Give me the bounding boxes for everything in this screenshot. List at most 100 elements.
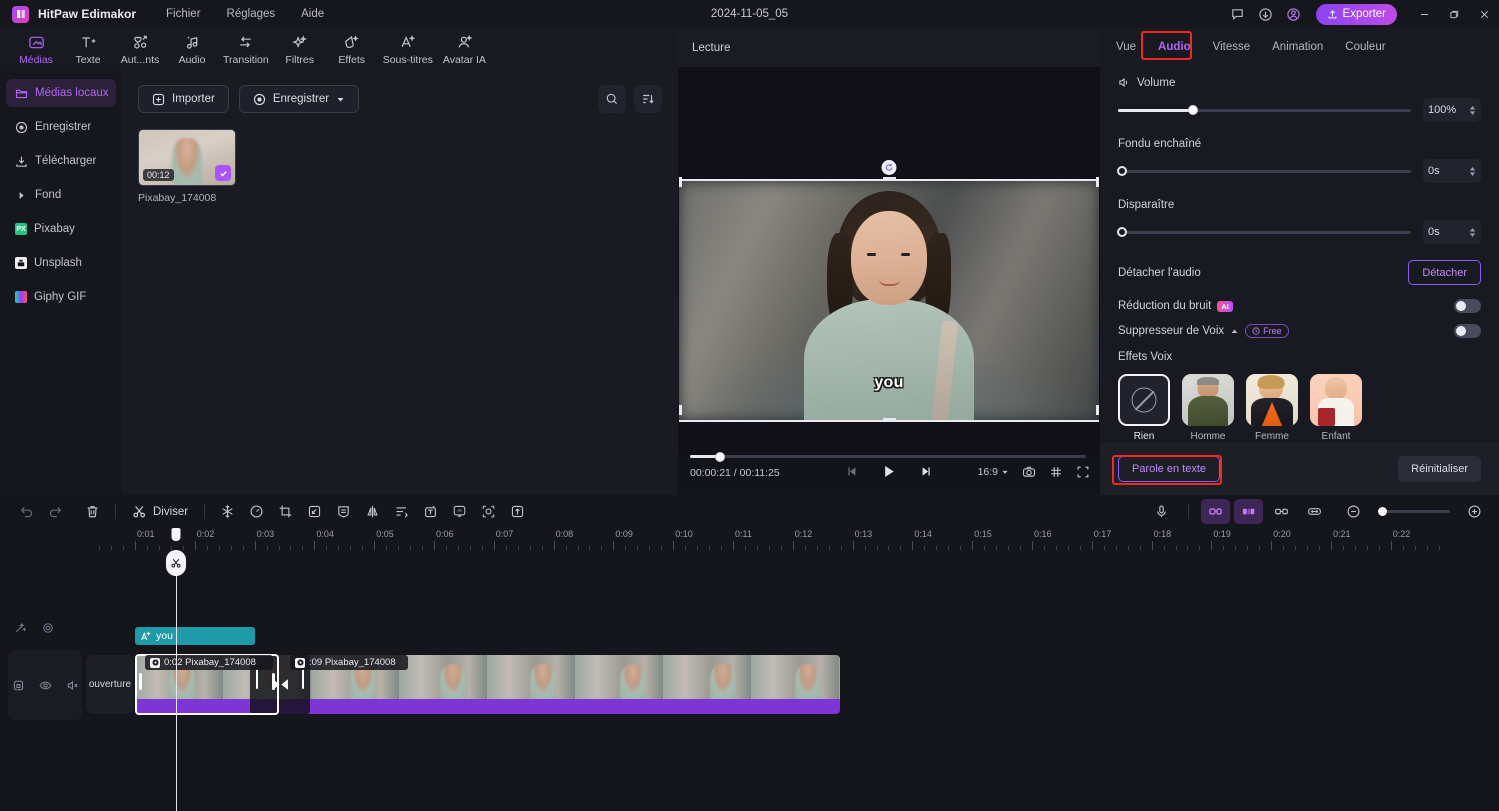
account-icon[interactable] xyxy=(1280,0,1308,28)
target-icon[interactable] xyxy=(42,622,54,634)
grid-icon[interactable] xyxy=(1049,465,1063,479)
detach-button[interactable]: Détacher xyxy=(1408,260,1481,285)
preview-progress-bar[interactable] xyxy=(690,451,1086,462)
voice-effect-femme[interactable]: Femme xyxy=(1246,374,1298,442)
zoom-out-icon[interactable] xyxy=(1339,499,1368,524)
voice-effect-rien[interactable]: Rien xyxy=(1118,374,1170,442)
fade-in-slider[interactable] xyxy=(1117,165,1411,176)
fade-out-stepper[interactable] xyxy=(1469,227,1476,237)
feedback-icon[interactable] xyxy=(1224,0,1252,28)
voice-remover-toggle[interactable] xyxy=(1454,324,1481,338)
speed-icon[interactable] xyxy=(242,499,271,524)
rotate-handle[interactable] xyxy=(881,160,897,175)
timeline-zoom-knob[interactable] xyxy=(1378,506,1387,516)
voice-effect-thumbnail[interactable] xyxy=(1182,374,1234,426)
adjust-icon[interactable] xyxy=(1234,499,1263,524)
menu-aide[interactable]: Aide xyxy=(301,8,324,20)
crop-icon[interactable] xyxy=(271,499,300,524)
timeline-ruler[interactable]: 0:01 0:02 0:03 0:04 0:05 0:06 0:07 0:08 0:09 0:10… xyxy=(0,528,1499,550)
ribbon-item-sous-titres[interactable]: Sous-titres xyxy=(378,34,438,66)
next-frame-icon[interactable] xyxy=(919,465,932,478)
ribbon-item-texte[interactable]: Texte xyxy=(62,34,114,66)
prev-frame-icon[interactable] xyxy=(847,465,860,478)
voice-effect-homme[interactable]: Homme xyxy=(1182,374,1234,442)
export-button[interactable]: Exporter xyxy=(1315,3,1397,25)
preview-stage[interactable]: you xyxy=(678,67,1100,455)
tab-couleur[interactable]: Couleur xyxy=(1345,41,1385,53)
sidebar-item-telecharger[interactable]: Télécharger xyxy=(6,147,116,175)
eye-icon[interactable] xyxy=(39,679,52,692)
ribbon-item-avatar-ia[interactable]: Avatar IA xyxy=(438,34,491,66)
voice-effect-enfant[interactable]: Enfant xyxy=(1310,374,1362,442)
fade-in-stepper[interactable] xyxy=(1469,166,1476,176)
undo-icon[interactable] xyxy=(12,499,41,524)
trash-icon[interactable] xyxy=(78,499,107,524)
magic-wand-icon[interactable] xyxy=(14,622,26,634)
tab-vitesse[interactable]: Vitesse xyxy=(1213,41,1251,53)
chevron-up-icon[interactable] xyxy=(1230,327,1239,336)
tracking-icon[interactable] xyxy=(474,499,503,524)
sidebar-item-unsplash[interactable]: Unsplash xyxy=(6,249,116,277)
freeze-frame-icon[interactable] xyxy=(213,499,242,524)
mask-icon[interactable] xyxy=(329,499,358,524)
crop-handle-bl[interactable] xyxy=(679,405,682,415)
sidebar-item-medias-locaux[interactable]: Médias locaux xyxy=(6,79,116,107)
fade-in-slider-knob[interactable] xyxy=(1117,165,1127,176)
playhead-ruler-marker[interactable] xyxy=(171,528,181,541)
clip-trim-handle-right[interactable] xyxy=(272,673,275,690)
split-button[interactable]: Diviser xyxy=(124,499,196,524)
voice-effect-thumbnail[interactable] xyxy=(1118,374,1170,426)
media-thumbnail[interactable]: 00:12 xyxy=(138,129,236,186)
volume-input[interactable]: 100% xyxy=(1423,98,1481,122)
close-button[interactable] xyxy=(1469,0,1499,28)
ribbon-item-medias[interactable]: Médias xyxy=(10,34,62,66)
download-icon[interactable] xyxy=(1252,0,1280,28)
import-button[interactable]: Importer xyxy=(138,85,229,113)
export-clip-icon[interactable] xyxy=(503,499,532,524)
fit-icon[interactable] xyxy=(1300,499,1329,524)
sidebar-item-giphy-gif[interactable]: Giphy GIF xyxy=(6,283,116,311)
fade-out-input[interactable]: 0s xyxy=(1423,220,1481,244)
ribbon-item-transition[interactable]: Transition xyxy=(218,34,274,66)
mirror-icon[interactable] xyxy=(358,499,387,524)
search-icon[interactable] xyxy=(598,85,626,113)
fade-out-slider-knob[interactable] xyxy=(1117,226,1127,237)
volume-stepper[interactable] xyxy=(1469,105,1476,115)
minimize-button[interactable] xyxy=(1409,0,1439,28)
fade-out-slider[interactable] xyxy=(1117,226,1411,237)
crop-handle-top[interactable] xyxy=(883,177,896,181)
ribbon-item-audio[interactable]: Audio xyxy=(166,34,218,66)
crop-handle-tr[interactable] xyxy=(1096,177,1099,187)
sidebar-item-enregistrer[interactable]: Enregistrer xyxy=(6,113,116,141)
microphone-icon[interactable] xyxy=(1147,499,1176,524)
timeline-zoom-slider[interactable] xyxy=(1378,506,1450,516)
fullscreen-icon[interactable] xyxy=(1076,465,1090,479)
fade-in-input[interactable]: 0s xyxy=(1423,159,1481,183)
crop-handle-bottom[interactable] xyxy=(883,418,896,422)
lock-icon[interactable] xyxy=(12,679,25,692)
play-icon[interactable] xyxy=(882,464,897,479)
maximize-button[interactable] xyxy=(1439,0,1469,28)
volume-slider-knob[interactable] xyxy=(1188,105,1199,115)
preview-progress-knob[interactable] xyxy=(715,451,725,462)
redo-icon[interactable] xyxy=(41,499,70,524)
crop-handle-br[interactable] xyxy=(1096,405,1099,415)
tab-vue[interactable]: Vue xyxy=(1116,41,1136,53)
crop-handle-tl[interactable] xyxy=(679,177,682,187)
tab-animation[interactable]: Animation xyxy=(1272,41,1323,53)
noise-reduction-toggle[interactable] xyxy=(1454,299,1481,313)
align-icon[interactable] xyxy=(387,499,416,524)
mute-icon[interactable] xyxy=(66,679,79,692)
media-card[interactable]: 00:12 Pixabay_174008 xyxy=(138,129,236,204)
sidebar-item-pixabay[interactable]: PX Pixabay xyxy=(6,215,116,243)
zoom-in-icon[interactable] xyxy=(1460,499,1489,524)
sidebar-item-fond[interactable]: Fond xyxy=(6,181,116,209)
aspect-ratio-select[interactable]: 16:9 xyxy=(978,466,1009,478)
voice-effect-thumbnail[interactable] xyxy=(1310,374,1362,426)
volume-slider[interactable] xyxy=(1118,105,1411,115)
link-icon[interactable] xyxy=(1201,499,1230,524)
unlink-icon[interactable] xyxy=(1267,499,1296,524)
ribbon-item-filtres[interactable]: Filtres xyxy=(274,34,326,66)
record-dropdown-button[interactable]: Enregistrer xyxy=(238,85,360,113)
tab-audio[interactable]: Audio xyxy=(1158,41,1191,53)
